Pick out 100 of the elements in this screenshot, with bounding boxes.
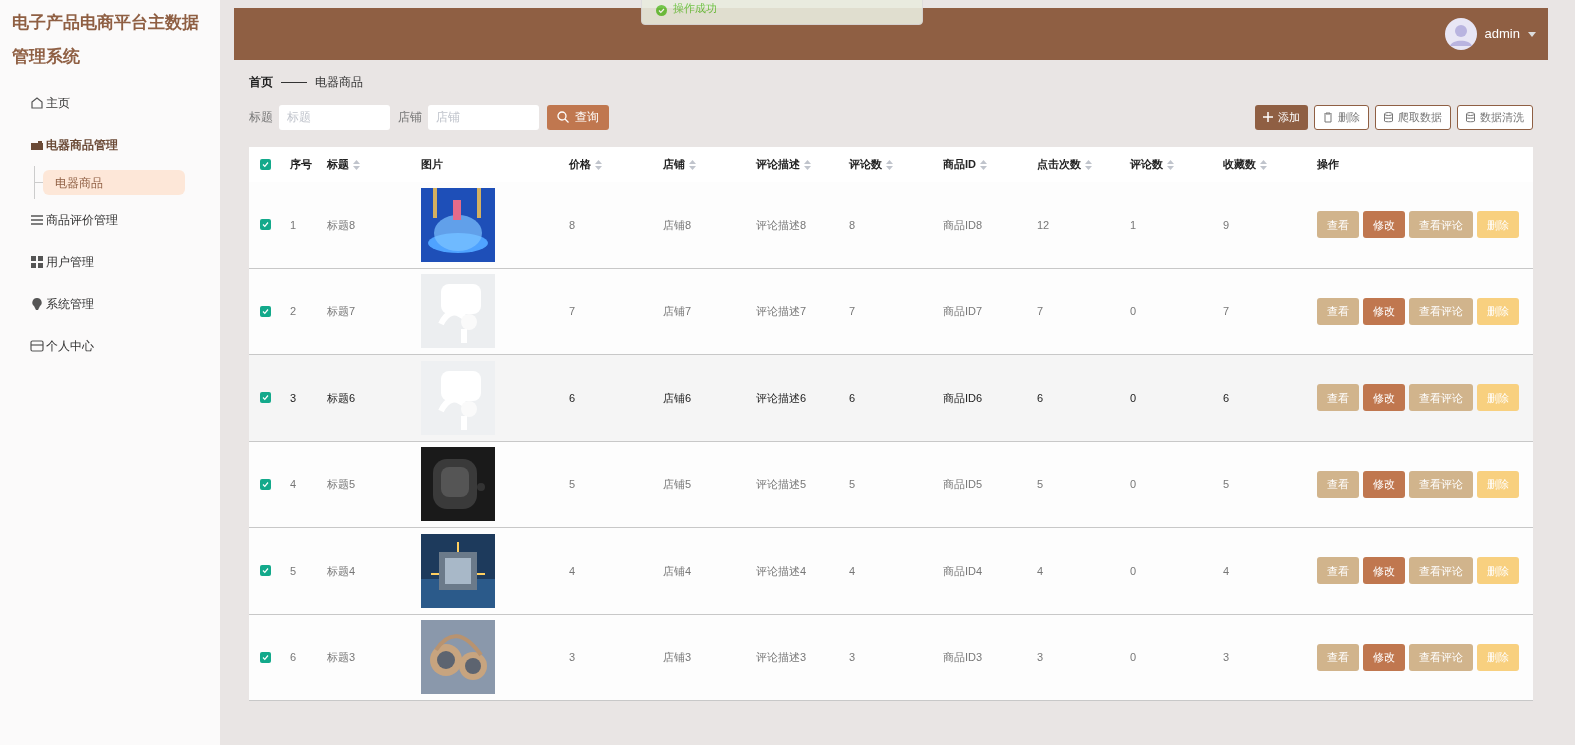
sort-icon[interactable] xyxy=(804,159,811,170)
table-cell: 店铺8 xyxy=(663,218,692,231)
sidebar-item[interactable]: 商品评价管理 xyxy=(0,199,220,241)
column-header[interactable]: 收藏数 xyxy=(1215,156,1309,173)
sidebar-item[interactable]: 系统管理 xyxy=(0,283,220,325)
table-cell: 商品ID8 xyxy=(943,218,983,231)
row-action-button[interactable]: 修改 xyxy=(1363,384,1405,412)
table-cell: 0 xyxy=(1130,391,1137,404)
toolbar-button[interactable]: 数据清洗 xyxy=(1457,104,1533,130)
database-icon xyxy=(1466,111,1475,123)
column-header[interactable]: 图片 xyxy=(413,156,561,173)
sort-icon[interactable] xyxy=(595,159,602,170)
column-header[interactable]: 商品ID xyxy=(935,156,1029,173)
avatar[interactable] xyxy=(1444,18,1477,50)
column-header[interactable]: 店铺 xyxy=(655,156,748,173)
column-header[interactable]: 评论描述 xyxy=(748,156,841,173)
table-cell: 6 xyxy=(1223,391,1230,404)
breadcrumb-item[interactable]: 首页 xyxy=(249,73,273,91)
briefcase-icon xyxy=(30,138,44,152)
checkbox[interactable] xyxy=(260,219,271,231)
success-icon xyxy=(656,5,667,16)
checkbox[interactable] xyxy=(260,651,271,663)
database-icon xyxy=(1384,111,1393,123)
table-cell: 3 xyxy=(849,651,856,663)
sort-icon[interactable] xyxy=(886,159,893,170)
table-cell: 店铺3 xyxy=(663,651,692,663)
toolbar-button[interactable]: 删除 xyxy=(1314,104,1369,130)
table-cell: 3 xyxy=(1223,651,1230,663)
table-cell: 1 xyxy=(1130,218,1137,231)
table-cell: 6 xyxy=(569,391,576,404)
search-button[interactable]: 查询 xyxy=(547,104,609,130)
column-title: 店铺 xyxy=(663,157,685,173)
search-icon xyxy=(557,111,569,123)
search-field[interactable]: 标题 xyxy=(279,104,390,130)
checkbox[interactable] xyxy=(260,305,271,317)
column-header[interactable]: 评论数 xyxy=(841,156,935,173)
table-cell: 2 xyxy=(290,305,297,317)
column-title: 评论描述 xyxy=(756,157,800,173)
table-cell: 0 xyxy=(1130,305,1137,317)
table-cell: 8 xyxy=(569,218,576,231)
sort-icon[interactable] xyxy=(980,159,987,170)
table-cell: 标题6 xyxy=(327,391,356,404)
column-header[interactable]: 价格 xyxy=(561,156,655,173)
table-cell: 4 xyxy=(849,564,856,577)
column-header[interactable]: 评论数 xyxy=(1122,156,1215,173)
table-cell: 标题8 xyxy=(327,218,356,231)
sidebar-item[interactable]: 用户管理 xyxy=(0,241,220,283)
sidebar-item[interactable]: 电器商品管理 xyxy=(0,124,220,166)
plus-icon xyxy=(1263,112,1273,122)
sidebar-item[interactable]: 主页 xyxy=(0,82,220,124)
table-cell: 12 xyxy=(1037,218,1050,231)
column-header[interactable]: 操作 xyxy=(1309,156,1533,173)
table-cell: 标题4 xyxy=(327,564,356,577)
table-cell: 6 xyxy=(290,651,297,663)
table-cell: 5 xyxy=(1223,478,1230,490)
row-action-button[interactable]: 修改 xyxy=(1363,470,1405,498)
checkbox[interactable] xyxy=(260,478,271,490)
column-title: 收藏数 xyxy=(1223,157,1256,173)
table-cell: 标题3 xyxy=(327,651,356,663)
caret-icon[interactable] xyxy=(1528,31,1536,37)
table-cell: 3 xyxy=(290,391,297,404)
sidebar-item[interactable]: 个人中心 xyxy=(0,325,220,367)
sidebar-subitem[interactable]: 电器商品 xyxy=(43,170,185,195)
bulb-icon xyxy=(30,297,44,311)
table-cell: 店铺4 xyxy=(663,564,692,577)
checkbox[interactable] xyxy=(260,392,271,404)
row-action-button[interactable]: 修改 xyxy=(1363,643,1405,671)
sort-icon[interactable] xyxy=(1260,159,1267,170)
column-header[interactable]: 序号 xyxy=(282,156,319,173)
field-label: 标题 xyxy=(249,109,273,126)
row-action-button[interactable]: 修改 xyxy=(1363,557,1405,585)
user-name[interactable]: admin xyxy=(1484,24,1520,44)
sort-icon[interactable] xyxy=(1085,159,1092,170)
table-row[interactable]: 3 标题6 6 店铺6 评论描述6 6 商品ID6 6 0 6 查看 修改 查看评论 删除 xyxy=(249,355,1533,442)
column-title: 点击次数 xyxy=(1037,157,1081,173)
toast: 操作成功 xyxy=(641,0,923,25)
sort-icon[interactable] xyxy=(1167,159,1174,170)
toolbar-button[interactable]: 爬取数据 xyxy=(1375,104,1451,130)
table-cell: 商品ID7 xyxy=(943,305,983,317)
column-header[interactable]: 标题 xyxy=(319,156,413,173)
trash-icon xyxy=(1323,111,1333,123)
table-cell: 5 xyxy=(1037,478,1044,490)
sort-icon[interactable] xyxy=(689,159,696,170)
row-action-button[interactable]: 修改 xyxy=(1363,211,1405,239)
checkbox[interactable] xyxy=(260,565,271,577)
sort-icon[interactable] xyxy=(353,159,360,170)
table-cell: 4 xyxy=(569,564,576,577)
table-cell: 商品ID5 xyxy=(943,478,983,490)
card-icon xyxy=(30,339,44,353)
toolbar-button[interactable]: 添加 xyxy=(1255,104,1308,130)
breadcrumb-item[interactable]: 电器商品 xyxy=(315,73,363,91)
table-cell: 7 xyxy=(1223,305,1230,317)
row-action-button[interactable]: 修改 xyxy=(1363,297,1405,325)
column-header[interactable]: 点击次数 xyxy=(1029,156,1122,173)
table-cell: 4 xyxy=(290,478,297,490)
table-cell: 店铺7 xyxy=(663,305,692,317)
column-title: 操作 xyxy=(1317,157,1339,173)
checkbox[interactable] xyxy=(260,159,271,170)
column-title: 价格 xyxy=(569,157,591,173)
search-field[interactable]: 店铺 xyxy=(428,104,539,130)
